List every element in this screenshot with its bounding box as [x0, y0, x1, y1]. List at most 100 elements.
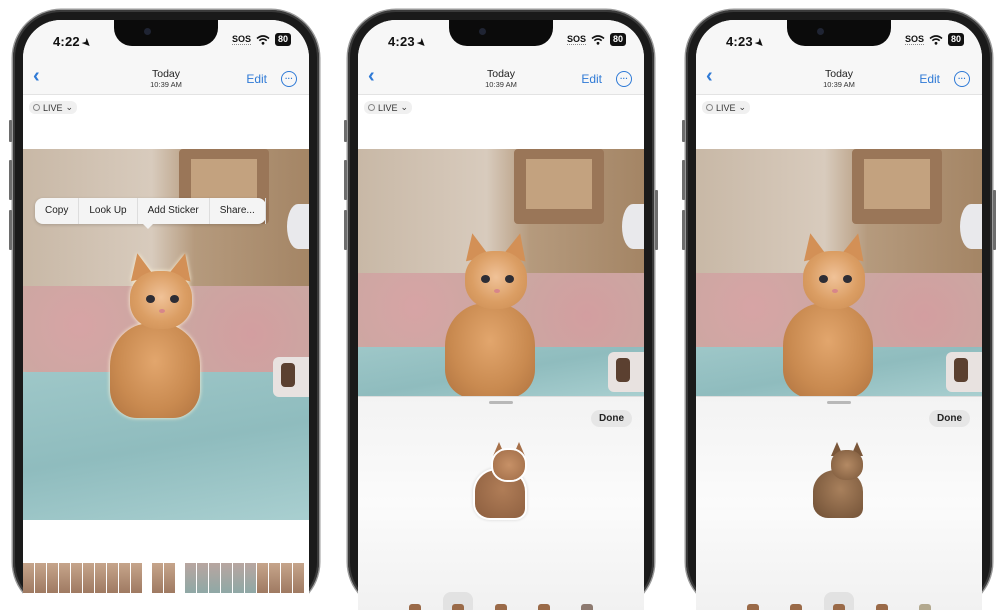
status-time: 4:23➤ [726, 34, 766, 50]
thumbnail-gap [143, 563, 151, 593]
sticker-head [493, 450, 525, 480]
kitten-subject[interactable] [773, 230, 883, 396]
thumbnail[interactable] [95, 563, 106, 593]
photo[interactable] [696, 149, 982, 396]
status-indicators: SOS 80 [231, 33, 291, 46]
more-icon[interactable]: ··· [616, 71, 632, 87]
effect-thumbnail [537, 604, 550, 610]
camera [144, 28, 151, 35]
thumbnail[interactable] [281, 563, 292, 593]
photo-pillow [946, 351, 982, 392]
thumbnail[interactable] [185, 563, 196, 593]
cat-head [465, 250, 527, 309]
effect-outline[interactable] [781, 592, 811, 610]
photo[interactable] [358, 149, 644, 396]
edit-button[interactable]: Edit [581, 72, 602, 86]
thumbnail[interactable] [209, 563, 220, 593]
battery-indicator: 80 [947, 33, 964, 46]
kitten-subject[interactable] [435, 230, 545, 396]
screen: 4:23➤ SOS 80 ‹ Today 10:39 AM Edit ··· L… [358, 20, 644, 610]
thumbnail[interactable] [119, 563, 130, 593]
effect-original[interactable] [400, 592, 430, 610]
phone-3: 4:23➤ SOS 80 ‹ Today 10:39 AM Edit ··· L… [682, 10, 996, 610]
live-label: LIVE [716, 102, 736, 113]
battery-indicator: 80 [609, 33, 626, 46]
photo-filmstrip[interactable] [23, 563, 309, 593]
cat-nose [832, 288, 838, 293]
dynamic-island [787, 20, 891, 46]
wifi-icon [256, 34, 270, 45]
live-photo-button[interactable]: LIVE ⌄ [364, 101, 413, 114]
menu-add-sticker[interactable]: Add Sticker [138, 198, 210, 224]
cat-eye [170, 294, 179, 303]
wifi-icon [929, 34, 943, 45]
live-photo-icon [706, 104, 713, 111]
effect-thumbnail [580, 604, 593, 610]
cat-eye [481, 274, 490, 283]
effect-comic[interactable] [823, 592, 854, 610]
chevron-down-icon: ⌄ [65, 102, 74, 112]
effect-shiny[interactable] [910, 592, 940, 610]
sheet-grabber[interactable] [827, 401, 851, 404]
thumbnail[interactable] [245, 563, 256, 593]
sticker-preview[interactable] [809, 442, 869, 522]
chevron-down-icon: ⌄ [400, 102, 409, 112]
thumbnail[interactable] [59, 563, 70, 593]
menu-look-up[interactable]: Look Up [79, 198, 138, 224]
live-photo-icon [33, 104, 40, 111]
phone-2: 4:23➤ SOS 80 ‹ Today 10:39 AM Edit ··· L… [344, 10, 658, 610]
more-icon[interactable]: ··· [281, 71, 297, 87]
location-icon: ➤ [414, 36, 429, 51]
effect-puffy[interactable] [867, 592, 897, 610]
thumbnail[interactable] [164, 563, 175, 593]
effect-outline[interactable] [443, 592, 474, 610]
time-text: 4:23 [388, 34, 415, 49]
cat-head [803, 250, 865, 309]
nav-bar: ‹ Today 10:39 AM Edit ··· [696, 60, 982, 95]
sheet-grabber[interactable] [489, 401, 513, 404]
thumbnail[interactable] [47, 563, 58, 593]
live-photo-button[interactable]: LIVE ⌄ [29, 101, 78, 114]
thumbnail[interactable] [107, 563, 118, 593]
thumbnail[interactable] [131, 563, 142, 593]
effect-shiny[interactable] [572, 592, 602, 610]
sticker-head [831, 450, 863, 480]
thumbnail[interactable] [221, 563, 232, 593]
edit-button[interactable]: Edit [919, 72, 940, 86]
effect-puffy[interactable] [529, 592, 559, 610]
kitten-subject[interactable] [100, 250, 210, 423]
thumbnail[interactable] [233, 563, 244, 593]
sticker-sheet: Done [358, 396, 644, 610]
thumbnail[interactable] [83, 563, 94, 593]
menu-share[interactable]: Share... [210, 198, 266, 224]
live-photo-button[interactable]: LIVE ⌄ [702, 101, 751, 114]
edit-button[interactable]: Edit [246, 72, 267, 86]
effect-comic[interactable] [486, 592, 516, 610]
photo-lamp [287, 204, 309, 249]
thumbnail[interactable] [269, 563, 280, 593]
status-time: 4:22➤ [53, 34, 93, 50]
photo-pillow [273, 356, 309, 397]
sos-indicator: SOS [566, 34, 586, 45]
effect-thumbnail [494, 604, 507, 610]
thumbnail-current[interactable] [152, 563, 163, 593]
screen: 4:22➤ SOS 80 ‹ Today 10:39 AM Edit ··· L… [23, 20, 309, 610]
side-button [9, 120, 12, 142]
thumbnail[interactable] [197, 563, 208, 593]
thumbnail[interactable] [257, 563, 268, 593]
sticker-preview[interactable] [471, 442, 531, 522]
effect-thumbnail [918, 604, 931, 610]
power-button [655, 190, 658, 250]
done-button[interactable]: Done [591, 410, 632, 427]
more-icon[interactable]: ··· [954, 71, 970, 87]
menu-copy[interactable]: Copy [35, 198, 80, 224]
volume-down-button [344, 210, 347, 250]
thumbnail[interactable] [71, 563, 82, 593]
thumbnail[interactable] [35, 563, 46, 593]
thumbnail[interactable] [293, 563, 304, 593]
effect-original[interactable] [738, 592, 768, 610]
done-button[interactable]: Done [929, 410, 970, 427]
status-indicators: SOS 80 [566, 33, 626, 46]
volume-down-button [682, 210, 685, 250]
thumbnail[interactable] [23, 563, 34, 593]
